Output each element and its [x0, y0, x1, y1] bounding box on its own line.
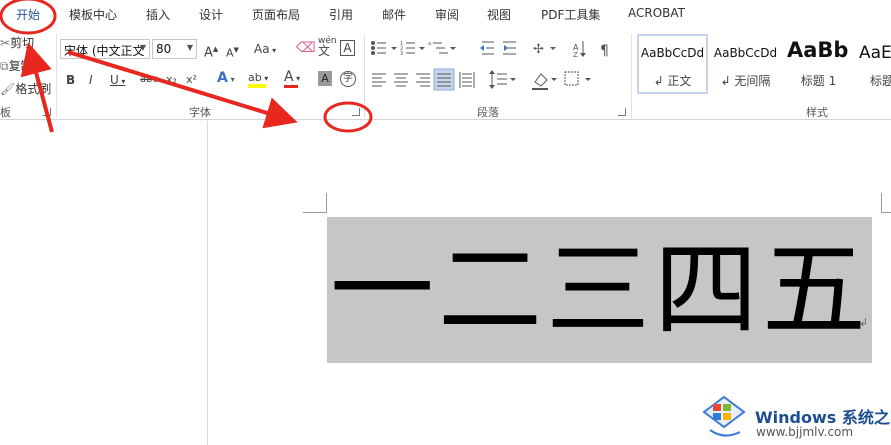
group-divider [631, 34, 632, 118]
change-case-button[interactable]: Aa ▾ [254, 41, 276, 59]
svg-text:✢: ✢ [533, 42, 544, 57]
svg-text:a: a [428, 41, 431, 47]
shrink-font-button[interactable]: A▼ [226, 42, 239, 62]
ribbon: ✂剪切 ⧉复制 🖌格式刷 板 宋体 (中文正文 ▼ 80 ▼ A▲ A▼ Aa … [0, 28, 891, 120]
style-no-spacing[interactable]: AaBbCcDd ↲ 无间隔 [710, 34, 781, 94]
svg-text:¶: ¶ [600, 43, 609, 59]
copy-button[interactable]: ⧉复制 [0, 57, 33, 74]
subscript-button[interactable]: x₂ [166, 72, 177, 88]
show-marks-icon[interactable]: ¶ [600, 43, 609, 59]
shading-icon[interactable] [532, 73, 557, 90]
distributed-icon[interactable] [459, 72, 475, 88]
chevron-down-icon: ▼ [139, 43, 146, 52]
tab-view[interactable]: 视图 [487, 6, 511, 23]
paragraph-launcher-icon[interactable] [618, 108, 626, 116]
document-text[interactable]: 一二三四五 [330, 220, 870, 360]
sort-icon[interactable]: AZ [573, 41, 586, 59]
align-left-icon[interactable] [372, 73, 386, 87]
superscript-button[interactable]: x² [186, 72, 197, 88]
eraser-icon[interactable]: ⌫ [296, 40, 316, 56]
cut-button[interactable]: ✂剪切 [0, 34, 34, 51]
crop-mark [881, 212, 891, 213]
justify-icon[interactable] [433, 68, 455, 91]
tab-page-layout[interactable]: 页面布局 [252, 6, 300, 23]
tab-acrobat[interactable]: ACROBAT [628, 6, 685, 20]
underline-button[interactable]: U ▾ [110, 72, 125, 90]
svg-text:3: 3 [400, 51, 403, 57]
text-effects-button[interactable]: A ▾ [217, 70, 235, 88]
style-normal[interactable]: AaBbCcDd ↲ 正文 [637, 34, 708, 94]
group-divider [56, 34, 57, 118]
crop-mark [326, 193, 327, 213]
font-color-button[interactable]: A ▾ [284, 69, 300, 88]
align-center-icon[interactable] [394, 73, 408, 87]
highlight-button[interactable]: ab ▾ [248, 69, 268, 88]
italic-button[interactable]: I [89, 72, 93, 88]
font-name-select[interactable]: 宋体 (中文正文 ▼ [60, 39, 150, 59]
grow-font-button[interactable]: A▲ [204, 41, 218, 61]
tab-references[interactable]: 引用 [329, 6, 353, 23]
copy-icon: ⧉ [0, 59, 9, 73]
format-painter-button[interactable]: 🖌格式刷 [0, 80, 51, 97]
clipboard-launcher-icon[interactable] [43, 108, 51, 116]
tab-design[interactable]: 设计 [199, 6, 223, 23]
clipboard-group-label: 板 [0, 106, 11, 119]
scissors-icon: ✂ [0, 36, 11, 50]
enclose-characters-button[interactable]: 字 [340, 71, 356, 87]
phonetic-guide-button[interactable]: wén 文 [318, 36, 337, 58]
paragraph-mark: ↲ [859, 316, 869, 329]
character-shading-button[interactable]: A [318, 71, 332, 86]
font-color-swatch [284, 85, 298, 88]
crop-mark [881, 193, 882, 213]
highlight-color-swatch [248, 84, 266, 88]
bullets-icon[interactable] [371, 41, 398, 55]
style-heading-1[interactable]: AaBb 标题 1 [783, 34, 854, 94]
align-right-icon[interactable] [416, 73, 430, 87]
character-border-button[interactable]: A [340, 40, 355, 56]
font-group-label: 字体 [189, 106, 211, 119]
tab-mailings[interactable]: 邮件 [382, 6, 406, 23]
group-divider [364, 34, 365, 118]
tab-home[interactable]: 开始 [16, 6, 40, 23]
chinese-layout-icon[interactable]: ✢ [533, 42, 556, 57]
tab-template-center[interactable]: 模板中心 [69, 6, 117, 23]
watermark-url: www.bjjmlv.com [756, 425, 854, 439]
styles-group-label: 样式 [806, 106, 828, 119]
borders-icon[interactable] [564, 71, 591, 86]
paragraph-toolbar: 123 a ✢ AZ ¶ [371, 41, 609, 91]
tab-insert[interactable]: 插入 [146, 6, 170, 23]
svg-text:Z: Z [573, 51, 578, 59]
chevron-down-icon: ▼ [186, 43, 193, 52]
line-spacing-icon[interactable] [489, 70, 516, 89]
style-heading[interactable]: AaE 标题 [856, 34, 891, 94]
multilevel-list-icon[interactable]: a [428, 41, 456, 54]
tab-review[interactable]: 审阅 [435, 6, 459, 23]
font-dialog-launcher-icon[interactable] [352, 108, 360, 116]
paragraph-group-label: 段落 [477, 106, 499, 119]
page-left-boundary [207, 121, 208, 445]
ribbon-tab-bar: 开始 模板中心 插入 设计 页面布局 引用 邮件 审阅 视图 PDF工具集 AC… [0, 0, 891, 28]
tab-pdf-tools[interactable]: PDF工具集 [541, 6, 600, 23]
increase-indent-icon[interactable] [503, 41, 516, 55]
crop-mark [303, 212, 327, 213]
font-size-select[interactable]: 80 ▼ [152, 39, 197, 59]
numbering-icon[interactable]: 123 [400, 41, 425, 57]
strikethrough-button[interactable]: abc [140, 72, 158, 88]
brush-icon: 🖌 [0, 82, 16, 96]
bold-button[interactable]: B [66, 72, 75, 88]
decrease-indent-icon[interactable] [480, 41, 494, 55]
